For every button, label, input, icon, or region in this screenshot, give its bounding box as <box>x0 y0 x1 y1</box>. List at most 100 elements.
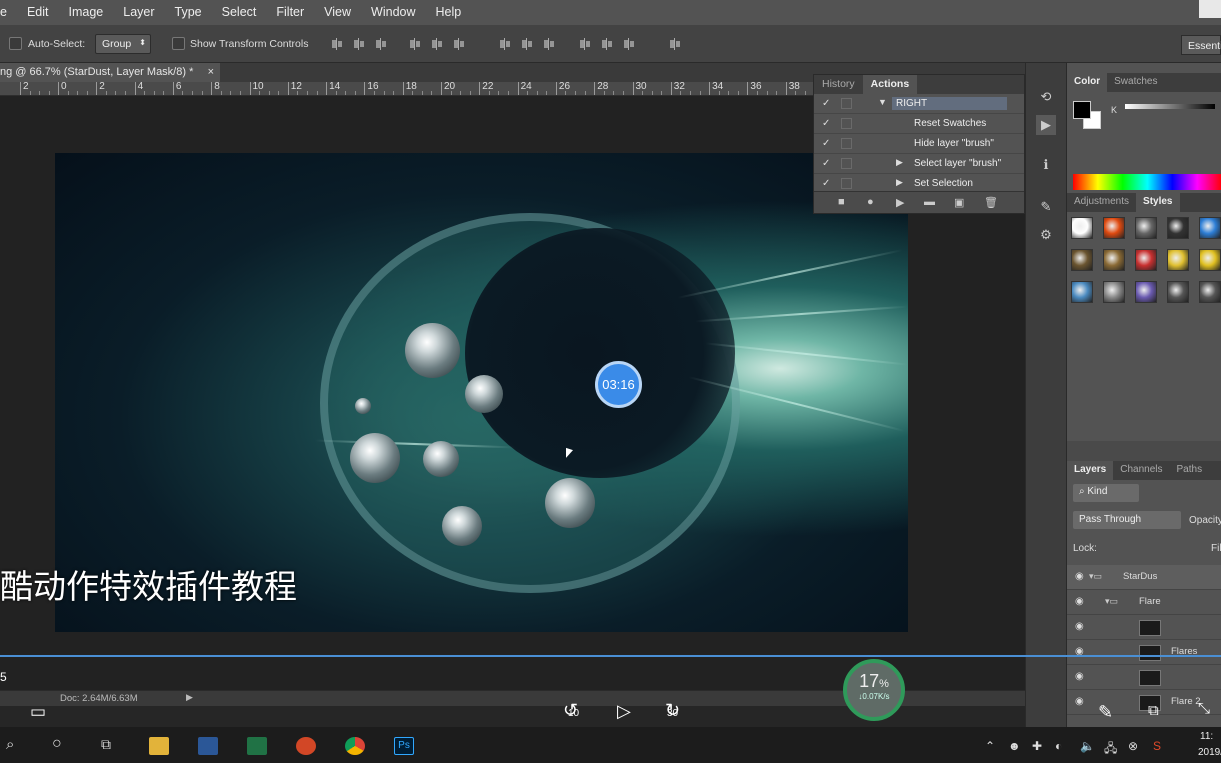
style-preset-icon[interactable] <box>1135 217 1157 239</box>
menu-window[interactable]: Window <box>361 0 425 25</box>
style-preset-icon[interactable] <box>1071 281 1093 303</box>
auto-select-target-dropdown[interactable]: Group ⬍ <box>95 34 151 54</box>
style-preset-icon[interactable] <box>1167 281 1189 303</box>
align-distribute-icon[interactable] <box>452 38 466 50</box>
style-preset-icon[interactable] <box>1103 281 1125 303</box>
document-tab[interactable]: ng @ 66.7% (StarDust, Layer Mask/8) * × <box>0 63 220 82</box>
menu-type[interactable]: Type <box>165 0 212 25</box>
close-tab-icon[interactable]: × <box>208 66 214 78</box>
eye-icon[interactable]: ◉ <box>1075 596 1084 607</box>
chrome-icon[interactable] <box>345 737 365 755</box>
align-distribute-icon[interactable] <box>408 38 422 50</box>
layer-row[interactable]: ◉ <box>1067 665 1221 690</box>
dialog-toggle-box[interactable] <box>841 178 852 189</box>
align-distribute-icon[interactable] <box>374 38 388 50</box>
check-icon[interactable]: ✓ <box>822 118 830 129</box>
menu-view[interactable]: View <box>314 0 361 25</box>
tab-paths[interactable]: Paths <box>1170 461 1210 480</box>
expand-arrow-icon[interactable]: ▼ <box>878 97 887 107</box>
style-preset-icon[interactable] <box>1199 217 1221 239</box>
tray-wechat-icon[interactable]: ✚ <box>1032 739 1042 753</box>
expand-arrow-icon[interactable]: ▶ <box>896 177 903 188</box>
style-preset-icon[interactable] <box>1135 281 1157 303</box>
blend-mode-dropdown[interactable]: Pass Through <box>1073 511 1181 529</box>
history-icon[interactable]: ⟲ <box>1036 87 1056 107</box>
align-distribute-icon[interactable] <box>330 38 344 50</box>
dialog-toggle-box[interactable] <box>841 158 852 169</box>
volume-icon[interactable]: 🔈 <box>1080 739 1095 753</box>
align-distribute-icon[interactable] <box>542 38 556 50</box>
eye-icon[interactable]: ◉ <box>1075 571 1084 582</box>
file-explorer-icon[interactable] <box>149 737 169 755</box>
kind-filter-dropdown[interactable]: ⌕ Kind <box>1073 484 1139 502</box>
delete-icon[interactable]: 🗑 <box>984 196 998 209</box>
new-set-icon[interactable]: ▬ <box>924 196 935 208</box>
video-time-badge[interactable]: 03:16 <box>595 361 642 408</box>
tab-layers[interactable]: Layers <box>1067 461 1114 480</box>
menu-help[interactable]: Help <box>426 0 472 25</box>
dialog-toggle-box[interactable] <box>841 118 852 129</box>
style-preset-icon[interactable] <box>1167 217 1189 239</box>
tray-s-icon[interactable]: S <box>1153 739 1161 753</box>
style-preset-icon[interactable] <box>1167 249 1189 271</box>
brush-presets-icon[interactable]: ✎ <box>1036 197 1056 217</box>
tool-presets-icon[interactable]: ⚙ <box>1036 225 1056 245</box>
check-icon[interactable]: ✓ <box>822 98 830 109</box>
tray-expand-icon[interactable]: ⌃ <box>985 739 995 753</box>
eye-icon[interactable]: ◉ <box>1075 671 1084 682</box>
style-preset-icon[interactable] <box>1071 217 1093 239</box>
status-menu-arrow-icon[interactable]: ▶ <box>186 692 193 703</box>
auto-select-checkbox[interactable] <box>9 37 22 50</box>
layer-row[interactable]: ◉ Flares <box>1067 640 1221 665</box>
align-distribute-icon[interactable] <box>430 38 444 50</box>
dialog-toggle-box[interactable] <box>841 98 852 109</box>
play-icon[interactable]: ▷ <box>617 701 631 722</box>
layer-row[interactable]: ◉ ▾▭ Flare <box>1067 590 1221 615</box>
video-progress-bar[interactable] <box>0 655 1221 657</box>
style-preset-icon[interactable] <box>1071 249 1093 271</box>
check-icon[interactable]: ✓ <box>822 158 830 169</box>
tray-sync-icon[interactable]: ◐ <box>1055 739 1062 753</box>
check-icon[interactable]: ✓ <box>822 138 830 149</box>
network-icon[interactable]: 🖧 <box>1104 739 1117 760</box>
align-distribute-icon[interactable] <box>520 38 534 50</box>
action-row[interactable]: ✓ Hide layer "brush" <box>814 134 1024 154</box>
window-restore-button[interactable] <box>1199 0 1221 18</box>
stop-icon[interactable]: ■ <box>838 196 845 208</box>
mini-window-icon[interactable]: ⧉ <box>1148 702 1159 719</box>
menu-filter[interactable]: Filter <box>266 0 314 25</box>
tray-app-icon[interactable]: ☻ <box>1008 739 1021 753</box>
menu-layer[interactable]: Layer <box>113 0 164 25</box>
style-preset-icon[interactable] <box>1103 249 1125 271</box>
style-preset-icon[interactable] <box>1199 249 1221 271</box>
search-icon[interactable]: ⌕ <box>6 736 14 753</box>
check-icon[interactable]: ✓ <box>822 178 830 189</box>
color-spectrum[interactable] <box>1073 174 1221 190</box>
photoshop-icon[interactable]: Ps <box>394 737 414 755</box>
task-view-icon[interactable]: ⧉ <box>101 736 111 753</box>
new-action-icon[interactable]: ▣ <box>954 196 964 209</box>
eye-icon[interactable]: ◉ <box>1075 621 1084 632</box>
foreground-color-swatch[interactable] <box>1073 101 1091 119</box>
excel-icon[interactable] <box>247 737 267 755</box>
tray-close-icon[interactable]: ⊗ <box>1128 739 1138 753</box>
style-preset-icon[interactable] <box>1135 249 1157 271</box>
style-preset-icon[interactable] <box>1199 281 1221 303</box>
pen-icon[interactable]: ✎ <box>1098 702 1113 723</box>
tab-styles[interactable]: Styles <box>1136 193 1180 212</box>
layer-row[interactable]: ◉ <box>1067 615 1221 640</box>
action-row[interactable]: ✓ Reset Swatches <box>814 114 1024 134</box>
play-selection-icon[interactable]: ▶ <box>896 196 904 209</box>
menu-e[interactable]: e <box>0 0 17 25</box>
align-distribute-icon[interactable] <box>622 38 636 50</box>
tab-history[interactable]: History <box>814 75 863 94</box>
menu-select[interactable]: Select <box>212 0 267 25</box>
workspace-switcher[interactable]: Essentia <box>1181 35 1221 55</box>
actions-play-icon[interactable]: ▶ <box>1036 115 1056 135</box>
menu-edit[interactable]: Edit <box>17 0 59 25</box>
record-icon[interactable]: ● <box>867 196 874 208</box>
action-row[interactable]: ✓ ▶ Select layer "brush" <box>814 154 1024 174</box>
tab-color[interactable]: Color <box>1067 73 1108 92</box>
eye-icon[interactable]: ◉ <box>1075 696 1084 707</box>
style-preset-icon[interactable] <box>1103 217 1125 239</box>
